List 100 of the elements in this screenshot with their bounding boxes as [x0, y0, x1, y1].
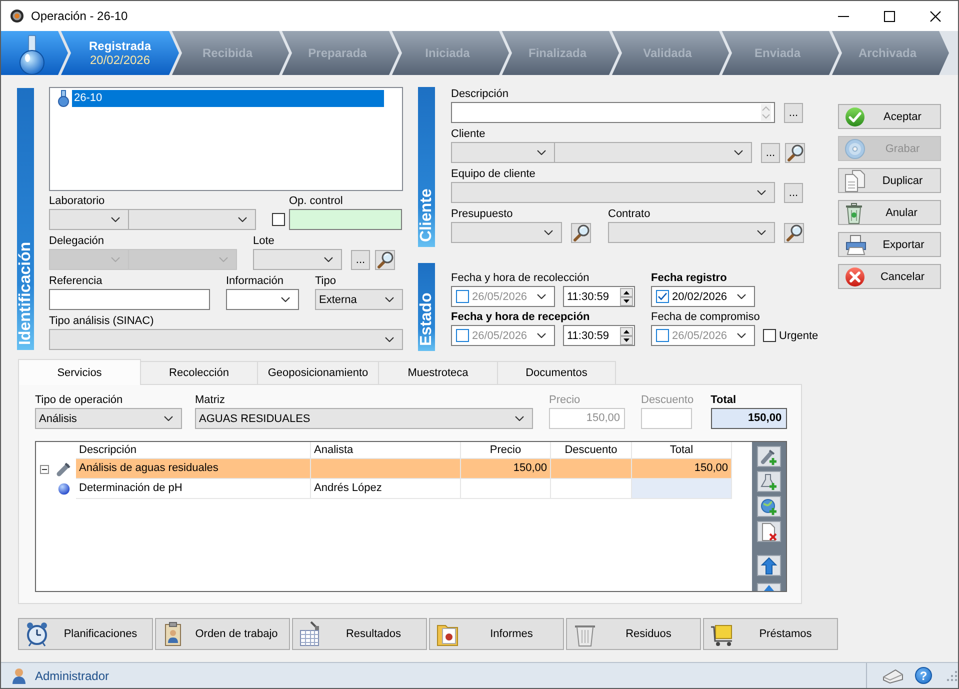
- collapse-icon[interactable]: [40, 464, 48, 474]
- checkbox[interactable]: [456, 329, 469, 342]
- test-tube-icon: [56, 461, 72, 477]
- date-field[interactable]: 20/02/2026: [651, 286, 755, 307]
- dropdown-field[interactable]: [49, 329, 403, 350]
- chevron-down-icon: [537, 150, 546, 155]
- spreadsheet-icon: [299, 621, 321, 647]
- clipboard-icon: [162, 621, 184, 647]
- maximize-icon[interactable]: [884, 10, 894, 22]
- search-button[interactable]: [571, 223, 591, 243]
- results-button[interactable]: Resultados: [292, 618, 427, 650]
- chevron-down-icon: [281, 297, 290, 302]
- document-delete-icon: [760, 522, 778, 540]
- input-field[interactable]: [289, 209, 402, 230]
- waste-button[interactable]: Residuos: [566, 618, 701, 650]
- resize-grip-icon[interactable]: [947, 670, 957, 680]
- tree-item[interactable]: 26-10: [72, 90, 384, 107]
- export-button[interactable]: Exportar: [838, 232, 941, 257]
- table-cell: Andrés López: [311, 479, 461, 499]
- flask-icon: [19, 35, 45, 75]
- toolbar-button[interactable]: [757, 521, 781, 542]
- field-label: Referencia: [49, 275, 102, 289]
- checkbox[interactable]: [656, 290, 669, 303]
- printer-icon: [845, 234, 867, 254]
- chevron-down-icon: [515, 416, 524, 421]
- more-button[interactable]: ...: [784, 103, 803, 123]
- loans-button[interactable]: Préstamos: [703, 618, 838, 650]
- toolbar-button[interactable]: [757, 583, 781, 591]
- field-label: Fecha de compromiso: [651, 311, 760, 325]
- text-area[interactable]: [451, 102, 775, 123]
- time-field[interactable]: 11:30:59: [563, 325, 635, 346]
- cancel-button[interactable]: Cancelar: [838, 264, 941, 289]
- search-button[interactable]: [784, 223, 804, 243]
- input-field[interactable]: 150,00: [710, 408, 787, 429]
- dropdown-field[interactable]: [451, 182, 775, 203]
- time-field[interactable]: 11:30:59: [563, 286, 635, 307]
- toolbar-button[interactable]: [757, 471, 781, 492]
- field-label: Descuento: [641, 394, 694, 408]
- search-button[interactable]: [785, 143, 805, 163]
- toolbar-button[interactable]: [757, 496, 781, 517]
- dropdown-field[interactable]: [253, 249, 342, 270]
- alarm-clock-icon: [25, 621, 49, 647]
- table-cell: 150,00: [461, 459, 551, 479]
- more-button[interactable]: ...: [351, 250, 370, 270]
- dropdown-field[interactable]: [451, 142, 555, 163]
- toolbar-button[interactable]: [757, 555, 781, 576]
- field-label: Total: [710, 394, 736, 408]
- field-label: Tipo: [315, 275, 336, 289]
- scanner-icon[interactable]: [882, 668, 904, 684]
- checkbox[interactable]: [272, 213, 285, 226]
- chevron-down-icon: [324, 257, 333, 262]
- dropdown-field[interactable]: [554, 142, 752, 163]
- field-label: Descripción: [451, 88, 508, 102]
- void-button[interactable]: Anular: [838, 200, 941, 225]
- chevron-down-icon: [537, 333, 546, 338]
- search-button[interactable]: [375, 250, 395, 270]
- checkbox[interactable]: [456, 290, 469, 303]
- chevron-down-icon: [737, 333, 746, 338]
- table-row[interactable]: Determinación de pH Andrés López: [76, 479, 732, 499]
- test-tube-plus-icon: [760, 448, 778, 466]
- chevron-down-icon: [734, 150, 743, 155]
- chevron-down-icon: [537, 294, 546, 299]
- tab[interactable]: Servicios: [18, 359, 141, 385]
- field-label: Tipo análisis (SINAC): [49, 315, 154, 329]
- more-button[interactable]: ...: [761, 143, 780, 163]
- user-icon: [12, 668, 26, 684]
- field-label: Delegación: [49, 235, 104, 249]
- planning-button[interactable]: Planificaciones: [18, 618, 153, 650]
- checkbox[interactable]: [656, 329, 669, 342]
- dropdown-field[interactable]: Análisis: [35, 408, 182, 429]
- chevron-down-icon: [757, 230, 766, 235]
- dropdown-field[interactable]: [128, 209, 256, 230]
- dropdown-field[interactable]: [226, 289, 299, 310]
- work-order-button[interactable]: Orden de trabajo: [155, 618, 290, 650]
- input-field[interactable]: [49, 289, 210, 310]
- dropdown-field[interactable]: [451, 222, 562, 243]
- dropdown-field[interactable]: [608, 222, 775, 243]
- toolbar-button[interactable]: [757, 446, 781, 467]
- dropdown-field[interactable]: AGUAS RESIDUALES: [195, 408, 533, 429]
- step-label: Registrada: [88, 39, 152, 53]
- close-icon[interactable]: [930, 10, 940, 22]
- more-button[interactable]: ...: [784, 183, 803, 203]
- field-label: Matriz: [195, 394, 225, 408]
- table-cell: Análisis de aguas residuales: [76, 459, 311, 479]
- globe-plus-icon: [760, 498, 778, 516]
- chevron-down-icon: [111, 217, 120, 222]
- accept-button[interactable]: Aceptar: [838, 104, 941, 129]
- dropdown-field[interactable]: [49, 209, 129, 230]
- field-label: Contrato: [608, 208, 650, 222]
- arrow-icon: [764, 585, 774, 591]
- table-row[interactable]: Análisis de aguas residuales 150,00 150,00: [76, 459, 732, 479]
- duplicate-button[interactable]: Duplicar: [838, 168, 941, 193]
- documents-icon: [845, 170, 865, 192]
- tab[interactable]: Documentos: [497, 361, 616, 384]
- chevron-down-icon: [385, 297, 394, 302]
- chevron-down-icon: [164, 416, 173, 421]
- dropdown-field[interactable]: Externa: [315, 289, 403, 310]
- reports-button[interactable]: Informes: [429, 618, 564, 650]
- section-header: Cliente: [418, 87, 435, 247]
- checkbox[interactable]: [763, 329, 776, 342]
